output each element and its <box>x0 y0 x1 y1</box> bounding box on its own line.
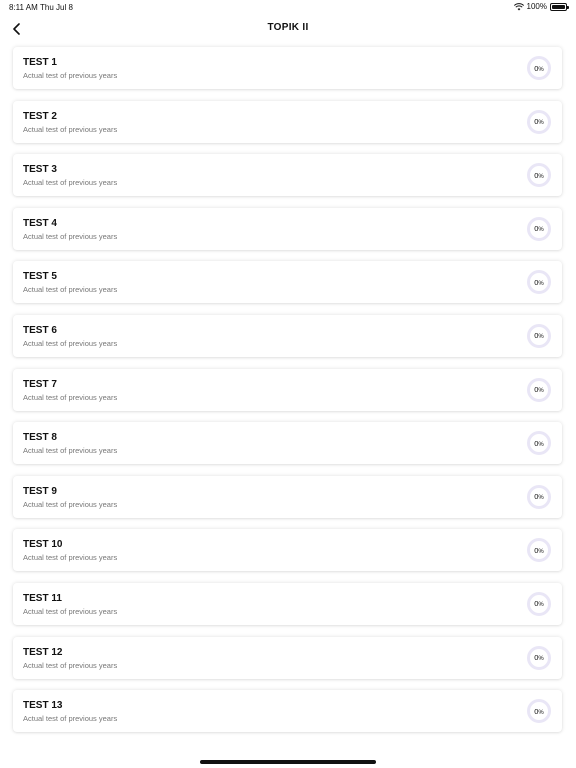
progress-value: 0% <box>534 439 544 448</box>
percent-sign: % <box>538 334 544 341</box>
test-title: TEST 12 <box>23 646 63 658</box>
test-subtitle: Actual test of previous years <box>23 392 118 402</box>
test-card[interactable]: TEST 5 Actual test of previous years 0% <box>13 261 562 304</box>
test-title: TEST 7 <box>23 378 57 390</box>
wifi-icon <box>513 2 524 10</box>
battery-percent: 100% <box>526 2 547 11</box>
test-title: TEST 13 <box>23 700 63 712</box>
home-indicator <box>200 760 376 764</box>
test-subtitle: Actual test of previous years <box>23 553 118 563</box>
test-title: TEST 11 <box>23 592 62 604</box>
progress-ring: 0% <box>527 699 551 724</box>
test-card[interactable]: TEST 1 Actual test of previous years 0% <box>13 47 562 89</box>
progress-ring: 0% <box>527 538 551 563</box>
progress-value: 0% <box>534 278 544 287</box>
test-card[interactable]: TEST 8 Actual test of previous years 0% <box>13 422 562 465</box>
test-title: TEST 8 <box>23 432 57 444</box>
test-title: TEST 5 <box>23 271 57 283</box>
test-title: TEST 4 <box>23 217 57 229</box>
percent-sign: % <box>538 66 544 73</box>
test-subtitle: Actual test of previous years <box>23 178 118 188</box>
test-subtitle: Actual test of previous years <box>23 660 118 670</box>
test-card[interactable]: TEST 3 Actual test of previous years 0% <box>13 154 562 197</box>
status-right: 100% <box>513 2 569 11</box>
progress-ring: 0% <box>527 645 551 670</box>
percent-sign: % <box>538 120 544 127</box>
test-card[interactable]: TEST 6 Actual test of previous years 0% <box>13 314 562 357</box>
test-card[interactable]: TEST 2 Actual test of previous years 0% <box>13 100 562 143</box>
progress-ring: 0% <box>527 109 551 134</box>
progress-ring: 0% <box>527 163 551 188</box>
progress-value: 0% <box>534 385 544 394</box>
progress-value: 0% <box>534 546 544 555</box>
percent-sign: % <box>538 602 544 609</box>
test-card[interactable]: TEST 12 Actual test of previous years 0% <box>13 636 562 679</box>
test-list: TEST 1 Actual test of previous years 0% TES… <box>13 47 562 744</box>
progress-value: 0% <box>534 224 544 233</box>
progress-value: 0% <box>534 599 544 608</box>
progress-ring: 0% <box>527 484 551 509</box>
test-card[interactable]: TEST 4 Actual test of previous years 0% <box>13 207 562 250</box>
nav-bar: TOPIK II <box>0 14 576 44</box>
percent-sign: % <box>538 548 544 555</box>
test-title: TEST 10 <box>23 539 63 551</box>
percent-sign: % <box>538 173 544 180</box>
battery-icon <box>550 2 569 11</box>
test-subtitle: Actual test of previous years <box>23 606 118 616</box>
progress-value: 0% <box>534 492 544 501</box>
test-title: TEST 2 <box>23 110 57 122</box>
test-card[interactable]: TEST 7 Actual test of previous years 0% <box>13 368 562 411</box>
status-time: 8:11 AM <box>9 3 38 12</box>
progress-value: 0% <box>534 171 544 180</box>
percent-sign: % <box>538 388 544 395</box>
progress-ring: 0% <box>527 270 551 295</box>
test-subtitle: Actual test of previous years <box>23 285 118 295</box>
test-subtitle: Actual test of previous years <box>23 231 118 241</box>
test-title: TEST 6 <box>23 324 57 336</box>
percent-sign: % <box>538 709 544 716</box>
test-subtitle: Actual test of previous years <box>23 71 118 80</box>
test-subtitle: Actual test of previous years <box>23 446 118 456</box>
test-subtitle: Actual test of previous years <box>23 714 118 724</box>
progress-ring: 0% <box>527 216 551 241</box>
test-card[interactable]: TEST 13 Actual test of previous years 0% <box>13 690 562 733</box>
test-title: TEST 1 <box>23 57 57 68</box>
test-subtitle: Actual test of previous years <box>23 124 118 134</box>
page-title: TOPIK II <box>267 22 309 33</box>
progress-ring: 0% <box>527 377 551 402</box>
status-date: Thu Jul 8 <box>40 3 73 12</box>
test-card[interactable]: TEST 9 Actual test of previous years 0% <box>13 475 562 518</box>
test-card[interactable]: TEST 11 Actual test of previous years 0% <box>13 582 562 625</box>
percent-sign: % <box>538 656 544 663</box>
test-card[interactable]: TEST 10 Actual test of previous years 0% <box>13 529 562 572</box>
percent-sign: % <box>538 441 544 448</box>
test-subtitle: Actual test of previous years <box>23 338 118 348</box>
progress-value: 0% <box>534 117 544 126</box>
test-title: TEST 9 <box>23 485 57 497</box>
progress-value: 0% <box>534 331 544 340</box>
progress-ring: 0% <box>527 591 551 616</box>
progress-ring: 0% <box>527 56 551 80</box>
progress-value: 0% <box>534 653 544 662</box>
progress-ring: 0% <box>527 431 551 456</box>
progress-value: 0% <box>534 64 544 73</box>
percent-sign: % <box>538 280 544 287</box>
test-subtitle: Actual test of previous years <box>23 499 118 509</box>
progress-value: 0% <box>534 707 544 716</box>
status-bar: 8:11 AM Thu Jul 8 100% <box>0 0 576 14</box>
test-title: TEST 3 <box>23 164 57 176</box>
percent-sign: % <box>538 227 544 234</box>
progress-ring: 0% <box>527 323 551 348</box>
percent-sign: % <box>538 495 544 502</box>
